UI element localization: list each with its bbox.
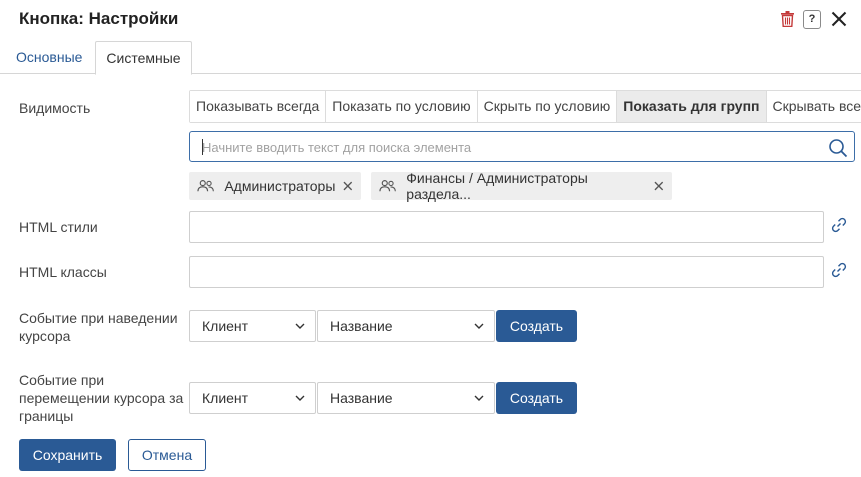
visibility-option-show-by-condition[interactable]: Показать по условию: [326, 91, 478, 122]
visibility-option-always-show[interactable]: Показывать всегда: [190, 91, 327, 122]
group-chip: Финансы / Администраторы раздела...: [371, 170, 672, 202]
tab-bar: Основные Системные: [0, 41, 861, 75]
hover-event-label: Событие при наведении курсора: [19, 310, 178, 344]
html-styles-label: HTML стили: [19, 219, 98, 235]
text-caret: [202, 139, 203, 155]
hover-event-create-button[interactable]: Создать: [496, 310, 577, 342]
hover-event-side-select[interactable]: Клиент: [189, 310, 316, 342]
leave-event-name-value: Название: [330, 390, 393, 406]
visibility-segmented-control: Показывать всегда Показать по условию Ск…: [189, 90, 861, 123]
search-icon[interactable]: [828, 138, 848, 158]
leave-event-label: Событие при перемещении курсора за грани…: [19, 372, 184, 424]
dialog-title: Кнопка: Настройки: [19, 9, 179, 28]
link-icon[interactable]: [831, 217, 847, 233]
html-styles-input[interactable]: [190, 212, 823, 242]
group-chip-label: Администраторы: [224, 178, 336, 194]
group-chip-label: Финансы / Администраторы раздела...: [406, 170, 588, 202]
link-icon[interactable]: [831, 262, 847, 278]
hover-event-side-value: Клиент: [202, 318, 249, 334]
help-icon[interactable]: ?: [803, 9, 821, 29]
html-classes-field: [189, 256, 824, 288]
hover-event-name-select[interactable]: Название: [317, 310, 495, 342]
tab-basic[interactable]: Основные: [16, 41, 82, 74]
group-chip: Администраторы: [189, 172, 361, 200]
save-button[interactable]: Сохранить: [19, 439, 116, 471]
html-classes-label: HTML классы: [19, 264, 107, 280]
remove-icon[interactable]: [654, 181, 664, 191]
close-icon[interactable]: [829, 9, 849, 29]
chevron-down-icon: [474, 323, 484, 329]
chevron-down-icon: [295, 323, 305, 329]
chevron-down-icon: [295, 395, 305, 401]
group-icon: [379, 180, 396, 192]
remove-icon[interactable]: [343, 181, 353, 191]
chevron-down-icon: [474, 395, 484, 401]
visibility-option-show-for-groups[interactable]: Показать для групп: [617, 91, 767, 122]
leave-event-name-select[interactable]: Название: [317, 382, 495, 414]
visibility-option-always-hide[interactable]: Скрывать всегда: [766, 91, 861, 122]
tab-system[interactable]: Системные: [95, 41, 192, 75]
leave-event-side-value: Клиент: [202, 390, 249, 406]
header-actions: ?: [779, 9, 849, 29]
group-search-input[interactable]: [202, 136, 812, 158]
hover-event-name-value: Название: [330, 318, 393, 334]
visibility-label: Видимость: [19, 100, 91, 116]
leave-event-create-button[interactable]: Создать: [496, 382, 577, 414]
trash-icon[interactable]: [779, 10, 795, 28]
group-icon: [197, 180, 214, 192]
cancel-button[interactable]: Отмена: [128, 439, 206, 471]
visibility-option-hide-by-condition[interactable]: Скрыть по условию: [477, 91, 618, 122]
leave-event-side-select[interactable]: Клиент: [189, 382, 316, 414]
html-classes-input[interactable]: [190, 257, 823, 287]
html-styles-field: [189, 211, 824, 243]
group-search-field: [189, 131, 855, 162]
